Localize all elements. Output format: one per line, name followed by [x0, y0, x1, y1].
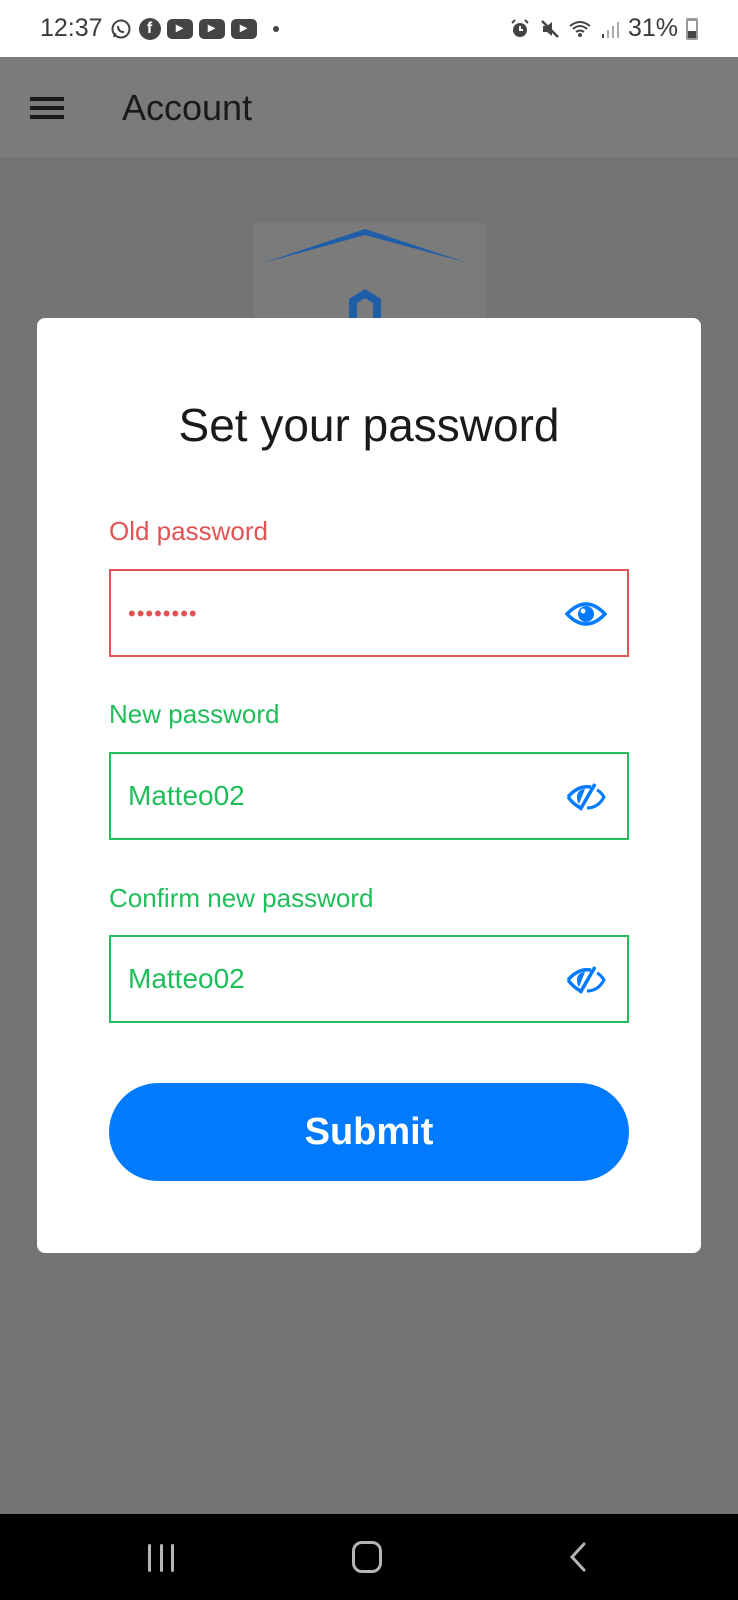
- more-notifications-dot-icon: [272, 25, 279, 32]
- wifi-icon: [568, 18, 592, 40]
- whatsapp-icon: [109, 18, 133, 40]
- confirm-password-field[interactable]: Matteo02: [109, 935, 629, 1023]
- set-password-dialog: Set your password Old password •••••••• …: [37, 318, 701, 1253]
- youtube-icon: ▶: [166, 18, 193, 39]
- submit-button[interactable]: Submit: [109, 1083, 629, 1181]
- mute-icon: [538, 18, 562, 40]
- facebook-icon: f: [138, 17, 161, 40]
- system-nav-bar: [0, 1514, 738, 1600]
- alarm-icon: [508, 18, 532, 40]
- hamburger-menu-icon[interactable]: [30, 97, 64, 119]
- new-password-label: New password: [109, 699, 280, 729]
- back-button[interactable]: [568, 1542, 588, 1572]
- confirm-password-label: Confirm new password: [109, 883, 374, 913]
- eye-off-icon[interactable]: [565, 782, 607, 812]
- clock: 12:37: [40, 14, 103, 42]
- status-bar-left: 12:37 f ▶ ▶ ▶: [40, 14, 279, 43]
- old-password-value[interactable]: ••••••••: [128, 601, 198, 627]
- status-bar-right: 31%: [508, 14, 698, 43]
- dialog-title: Set your password: [178, 399, 560, 451]
- eye-off-icon[interactable]: [565, 965, 607, 995]
- battery-icon: [686, 17, 698, 40]
- status-bar: 12:37 f ▶ ▶ ▶ 31%: [0, 0, 738, 57]
- eye-icon[interactable]: [564, 599, 608, 629]
- old-password-label: Old password: [109, 516, 268, 546]
- home-button[interactable]: [352, 1541, 382, 1573]
- youtube-icon: ▶: [230, 18, 257, 39]
- page-title: Account: [122, 87, 253, 128]
- youtube-icon: ▶: [198, 18, 225, 39]
- signal-icon: [598, 18, 622, 40]
- confirm-password-value[interactable]: Matteo02: [128, 963, 245, 995]
- recent-apps-button[interactable]: [148, 1544, 174, 1572]
- app-logo: [253, 223, 486, 323]
- old-password-field[interactable]: ••••••••: [109, 569, 629, 657]
- new-password-field[interactable]: Matteo02: [109, 752, 629, 840]
- new-password-value[interactable]: Matteo02: [128, 780, 245, 812]
- app-bar: Account: [0, 57, 738, 157]
- battery-percentage: 31%: [627, 14, 678, 42]
